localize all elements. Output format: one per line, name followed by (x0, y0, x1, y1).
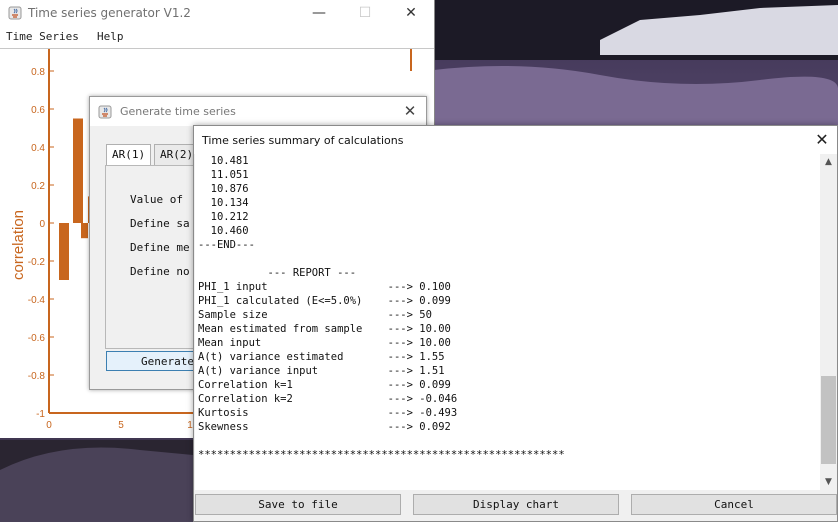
save-to-file-button[interactable]: Save to file (195, 494, 401, 515)
chart-y-tick-label: -1 (36, 409, 45, 420)
chart-bar (73, 118, 83, 223)
menu-bar: Time Series Help (0, 28, 434, 49)
chart-y-tick-label: -0.8 (28, 371, 46, 382)
chart-y-tick-label: 0 (39, 219, 45, 230)
summary-line: Sample size ---> 50 (198, 309, 432, 321)
summary-line: Correlation k=1 ---> 0.099 (198, 379, 451, 391)
maximize-button[interactable]: ☐ (342, 0, 388, 28)
dialog-title-bar: Time series summary of calculations ✕ (194, 126, 837, 154)
summary-line: Correlation k=2 ---> -0.046 (198, 393, 458, 405)
vertical-scrollbar[interactable]: ▲ ▼ (820, 154, 837, 490)
summary-dialog: Time series summary of calculations ✕ 10… (193, 125, 838, 522)
summary-line: 10.481 (198, 155, 249, 167)
cancel-button[interactable]: Cancel (631, 494, 837, 515)
tab-ar1[interactable]: AR(1) (106, 144, 152, 165)
summary-line: 10.212 (198, 211, 249, 223)
close-icon[interactable]: ✕ (398, 100, 422, 122)
dialog-title-bar: Generate time series ✕ (90, 97, 426, 126)
close-button[interactable]: ✕ (388, 0, 434, 28)
display-chart-button[interactable]: Display chart (413, 494, 619, 515)
scroll-down-icon[interactable]: ▼ (820, 474, 837, 490)
summary-line: Skewness ---> 0.092 (198, 421, 451, 433)
chart-bar (81, 223, 88, 239)
chart-y-tick-label: 0.8 (31, 67, 45, 78)
java-app-icon (98, 105, 112, 119)
chart-y-tick-label: -0.2 (28, 257, 46, 268)
chart-x-tick-label: 0 (46, 420, 52, 431)
summary-line: A(t) variance estimated ---> 1.55 (198, 351, 445, 363)
scroll-up-icon[interactable]: ▲ (820, 154, 837, 170)
chart-y-tick-label: -0.6 (28, 333, 46, 344)
close-icon[interactable]: ✕ (810, 129, 834, 151)
summary-line: 10.460 (198, 225, 249, 237)
chart-x-tick-label: 5 (118, 420, 124, 431)
summary-line: ****************************************… (198, 449, 565, 461)
define-mean-label: Define me (130, 241, 190, 254)
summary-line: A(t) variance input ---> 1.51 (198, 365, 445, 377)
window-title: Time series generator V1.2 (28, 6, 191, 20)
chart-y-tick-label: 0.6 (31, 105, 45, 116)
summary-line (198, 434, 565, 448)
summary-line: ---END--- (198, 239, 255, 251)
chart-y-tick-label: -0.4 (28, 295, 46, 306)
summary-line: Mean input ---> 10.00 (198, 337, 451, 349)
define-sample-label: Define sa (130, 217, 190, 230)
main-title-bar: Time series generator V1.2 — ☐ ✕ (0, 0, 434, 28)
chart-bar (59, 223, 69, 280)
chart-y-tick-label: 0.4 (31, 143, 45, 154)
summary-lines: 10.481 11.051 10.876 10.134 10.212 10.46… (196, 154, 565, 462)
menu-help[interactable]: Help (97, 30, 124, 43)
dialog-title: Time series summary of calculations (202, 134, 404, 147)
summary-line: 11.051 (198, 169, 249, 181)
value-label: Value of (130, 193, 183, 206)
summary-line: PHI_1 input ---> 0.100 (198, 281, 451, 293)
summary-line: 10.134 (198, 197, 249, 209)
summary-text-area[interactable]: 10.481 11.051 10.876 10.134 10.212 10.46… (195, 154, 820, 490)
minimize-button[interactable]: — (296, 0, 342, 28)
java-app-icon (8, 6, 22, 20)
summary-line: Mean estimated from sample ---> 10.00 (198, 323, 451, 335)
scrollbar-thumb[interactable] (821, 376, 836, 464)
dialog-title: Generate time series (120, 105, 236, 118)
summary-line: Kurtosis ---> -0.493 (198, 407, 458, 419)
define-noise-label: Define no (130, 265, 190, 278)
chart-y-tick-label: 0.2 (31, 181, 45, 192)
summary-line: PHI_1 calculated (E<=5.0%) ---> 0.099 (198, 295, 451, 307)
summary-line: --- REPORT --- (198, 267, 357, 279)
summary-line: 10.876 (198, 183, 249, 195)
summary-line (198, 252, 565, 266)
chart-y-axis-label: correlation (10, 210, 27, 280)
menu-time-series[interactable]: Time Series (6, 30, 79, 43)
